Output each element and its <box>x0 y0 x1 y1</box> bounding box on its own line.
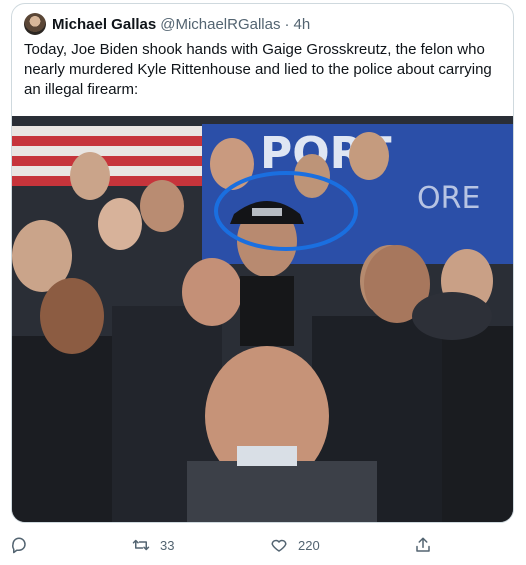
tweet-card[interactable]: Michael Gallas @MichaelRGallas · 4h Toda… <box>11 3 514 523</box>
share-icon <box>416 537 430 552</box>
author-handle[interactable]: @MichaelRGallas <box>160 16 280 33</box>
tweet-actions: 33 220 <box>0 531 526 559</box>
retweet-icon <box>132 539 150 551</box>
avatar[interactable] <box>24 13 46 35</box>
sign-subtext: ORE <box>417 181 480 216</box>
share-button[interactable] <box>414 531 432 559</box>
crowd-photo: PORT ORE <box>12 116 513 522</box>
tweet-text: Today, Joe Biden shook hands with Gaige … <box>24 41 492 98</box>
like-button[interactable]: 220 <box>270 531 320 559</box>
reply-icon <box>12 537 26 554</box>
separator-dot: · <box>284 15 290 33</box>
like-count: 220 <box>298 537 320 553</box>
tweet-header: Michael Gallas @MichaelRGallas · 4h <box>24 13 310 35</box>
tweet-media-image[interactable]: PORT ORE <box>12 116 513 522</box>
retweet-button[interactable]: 33 <box>132 531 174 559</box>
tweet-timestamp[interactable]: 4h <box>293 16 310 33</box>
reply-button[interactable] <box>10 531 28 559</box>
author-name[interactable]: Michael Gallas <box>52 16 156 33</box>
retweet-count: 33 <box>160 537 175 553</box>
heart-icon <box>271 539 287 552</box>
